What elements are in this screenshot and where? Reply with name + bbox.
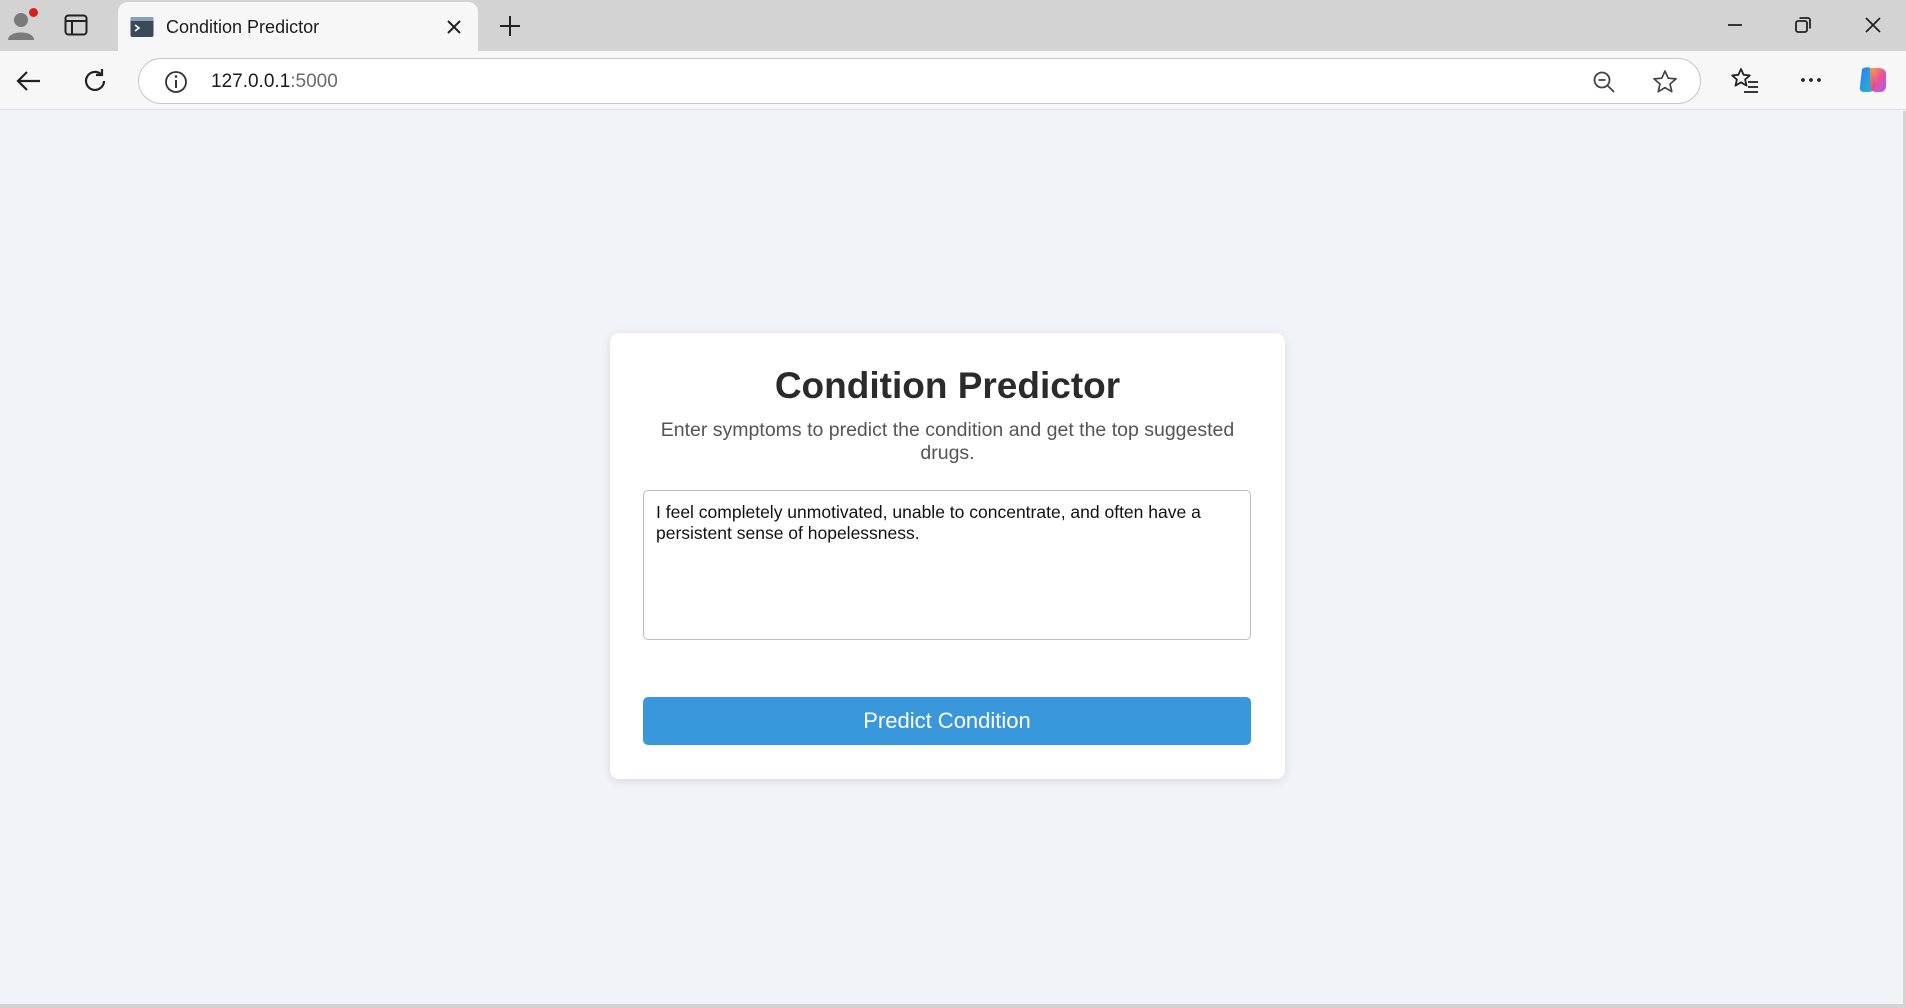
reload-icon[interactable] [80, 66, 110, 96]
url-port: :5000 [290, 71, 338, 92]
back-arrow-icon[interactable] [14, 66, 44, 96]
favorites-icon[interactable] [1730, 65, 1760, 95]
minimize-icon[interactable] [1722, 12, 1748, 38]
terminal-favicon-icon [130, 16, 154, 38]
zoom-out-icon[interactable] [1591, 69, 1617, 95]
url-host: 127.0.0.1 [211, 71, 291, 92]
browser-toolbar: 127.0.0.1:5000 [0, 51, 1906, 110]
more-icon[interactable] [1796, 65, 1826, 95]
close-window-icon[interactable] [1860, 12, 1886, 38]
symptoms-input[interactable]: I feel completely unmotivated, unable to… [643, 490, 1251, 640]
info-icon[interactable] [163, 69, 189, 95]
predict-condition-button[interactable]: Predict Condition [643, 697, 1251, 745]
copilot-icon[interactable] [1856, 63, 1890, 97]
page-subtitle: Enter symptoms to predict the condition … [660, 419, 1235, 464]
workspaces-icon[interactable] [64, 14, 88, 36]
star-icon[interactable] [1651, 68, 1679, 96]
close-icon[interactable] [442, 15, 466, 39]
browser-tab[interactable]: Condition Predictor [118, 2, 478, 51]
address-bar[interactable]: 127.0.0.1:5000 [138, 58, 1701, 104]
tab-strip: Condition Predictor [0, 0, 1906, 51]
window-edge-bottom [0, 1004, 1906, 1008]
restore-icon[interactable] [1790, 12, 1816, 38]
url-text[interactable]: 127.0.0.1:5000 [211, 71, 338, 93]
tab-title: Condition Predictor [166, 17, 320, 37]
page-title: Condition Predictor [774, 365, 1121, 406]
plus-icon[interactable] [496, 12, 524, 40]
predictor-card: Condition Predictor Enter symptoms to pr… [610, 333, 1285, 779]
notification-dot [29, 8, 38, 17]
